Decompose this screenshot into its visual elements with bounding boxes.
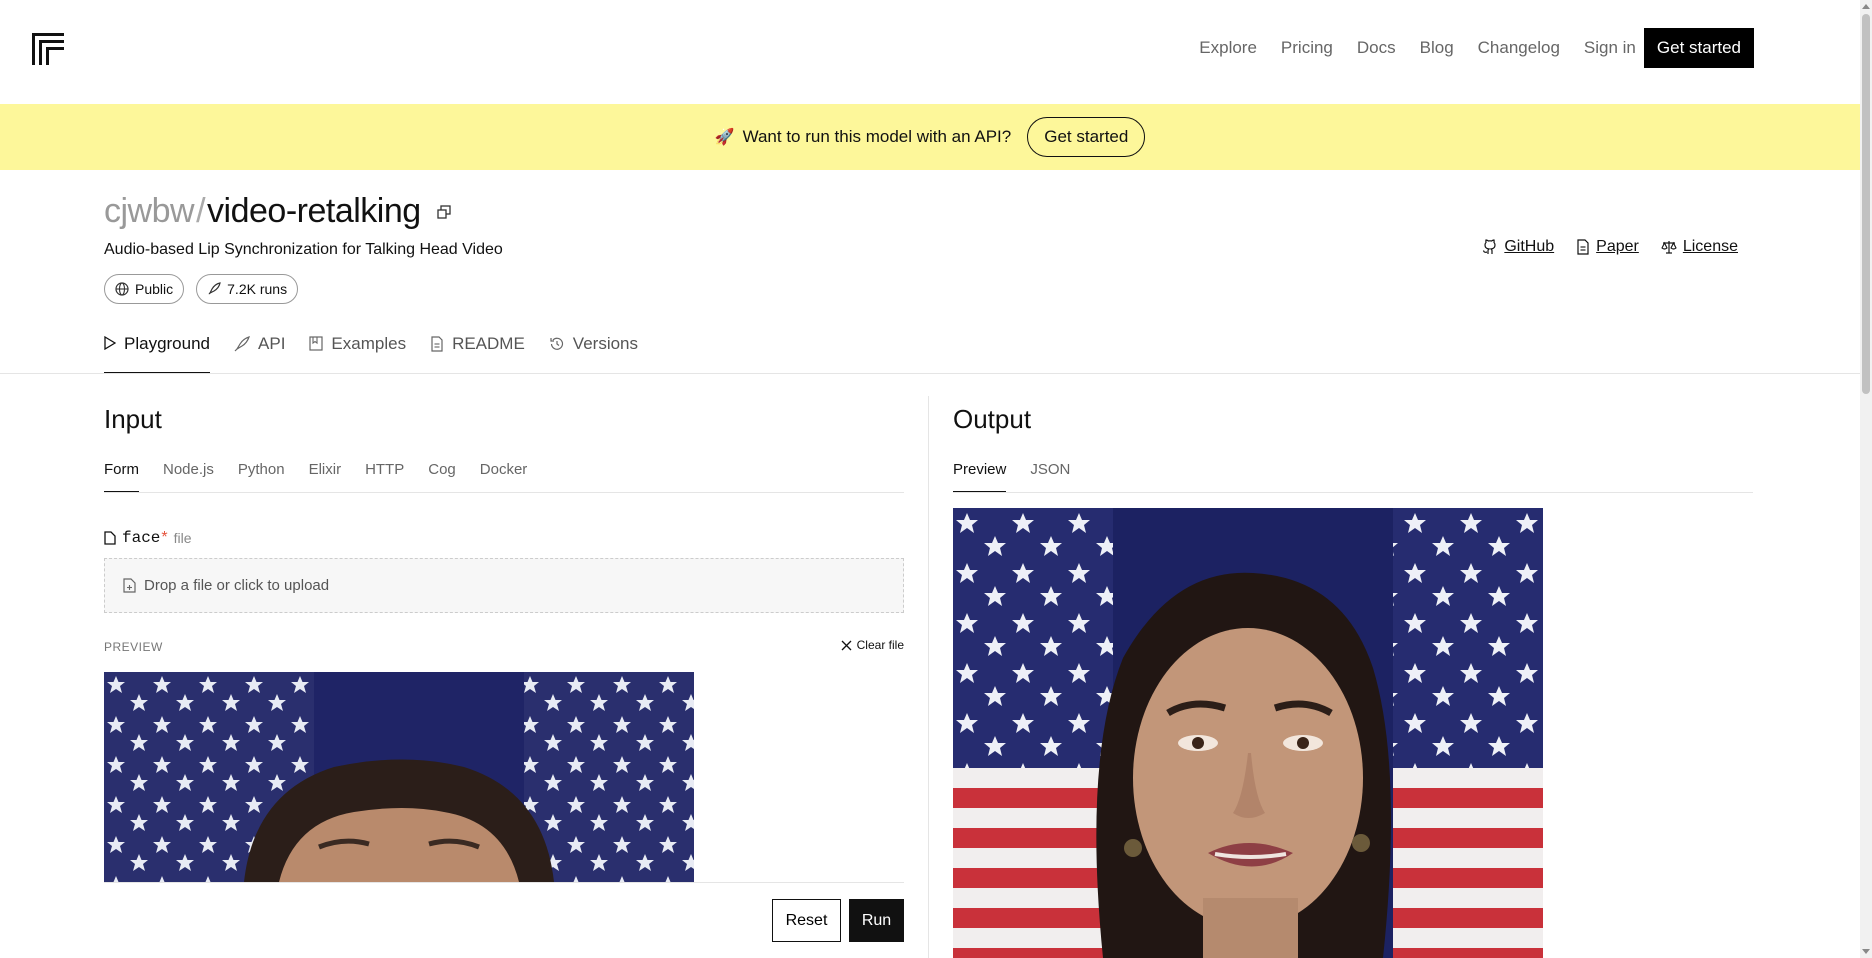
github-link[interactable]: GitHub: [1482, 238, 1554, 256]
tab-playground[interactable]: Playground: [104, 334, 211, 374]
nav-get-started-button[interactable]: Get started: [1643, 28, 1754, 68]
runs-badge: 7.2K runs: [196, 274, 299, 304]
github-icon: [1483, 239, 1496, 254]
file-upload-icon: [123, 578, 136, 593]
rocket-icon: [234, 336, 250, 352]
subtab-nodejs[interactable]: Node.js: [163, 461, 214, 493]
input-subtabs-divider: [104, 492, 904, 493]
document-icon: [431, 336, 443, 352]
tab-api[interactable]: API: [234, 334, 285, 374]
input-subtabs: Form Node.js Python Elixir HTTP Cog Dock…: [104, 461, 551, 493]
field-name: face: [122, 529, 161, 547]
visibility-badge: Public: [104, 274, 185, 304]
replicate-logo-icon[interactable]: [32, 33, 64, 65]
model-title: cjwbw / video-retalking: [104, 192, 451, 231]
model-badges: Public 7.2K runs: [104, 274, 310, 304]
external-links: GitHub Paper License: [1460, 238, 1738, 256]
subtab-json[interactable]: JSON: [1030, 461, 1070, 493]
paper-link[interactable]: Paper: [1576, 238, 1639, 256]
scroll-down-arrow-icon[interactable]: [1862, 949, 1870, 954]
file-icon: [104, 531, 116, 545]
nav-pricing-link[interactable]: Pricing: [1281, 38, 1333, 58]
output-subtabs: Preview JSON: [953, 461, 1094, 493]
output-subtabs-divider: [953, 492, 1753, 493]
nav-blog-link[interactable]: Blog: [1420, 38, 1454, 58]
rocket-icon: 🚀: [714, 129, 735, 146]
subtab-elixir[interactable]: Elixir: [309, 461, 342, 493]
bookmark-icon: [309, 336, 324, 351]
scrollbar-thumb[interactable]: [1862, 14, 1870, 394]
file-dropzone[interactable]: Drop a file or click to upload: [104, 558, 904, 613]
tabs-divider: [0, 373, 1860, 374]
close-icon: [841, 640, 852, 650]
subtab-python[interactable]: Python: [238, 461, 285, 493]
preview-label: PREVIEW: [104, 640, 163, 654]
banner-get-started-button[interactable]: Get started: [1027, 117, 1146, 157]
field-type: file: [173, 530, 192, 546]
title-separator: /: [196, 192, 206, 230]
play-icon: [104, 336, 116, 350]
nav-links: Explore Pricing Docs Blog Changelog Sign…: [1199, 28, 1754, 68]
top-nav: Explore Pricing Docs Blog Changelog Sign…: [0, 0, 1860, 104]
subtab-docker[interactable]: Docker: [480, 461, 528, 493]
subtab-http[interactable]: HTTP: [365, 461, 404, 493]
input-preview-image: [104, 672, 694, 882]
model-owner-link[interactable]: cjwbw: [104, 192, 195, 231]
run-button[interactable]: Run: [849, 899, 904, 942]
tab-versions[interactable]: Versions: [549, 334, 638, 374]
globe-icon: [115, 282, 129, 296]
output-video-preview[interactable]: [953, 508, 1543, 958]
model-name: video-retalking: [207, 192, 421, 230]
nav-docs-link[interactable]: Docs: [1357, 38, 1396, 58]
api-banner: 🚀 Want to run this model with an API? Ge…: [0, 104, 1860, 170]
scroll-up-arrow-icon[interactable]: [1862, 4, 1870, 9]
nav-sign-in-link[interactable]: Sign in: [1584, 38, 1636, 58]
nav-explore-link[interactable]: Explore: [1199, 38, 1257, 58]
output-heading: Output: [953, 404, 1032, 434]
nav-changelog-link[interactable]: Changelog: [1478, 38, 1560, 58]
dropzone-text: Drop a file or click to upload: [144, 577, 330, 594]
column-divider: [928, 396, 929, 958]
tab-readme[interactable]: README: [430, 334, 525, 374]
tab-examples[interactable]: Examples: [309, 334, 406, 374]
rocket-icon: [208, 282, 221, 295]
model-description: Audio-based Lip Synchronization for Talk…: [104, 241, 503, 258]
subtab-form[interactable]: Form: [104, 461, 139, 493]
scale-icon: [1661, 241, 1677, 254]
subtab-preview[interactable]: Preview: [953, 461, 1007, 493]
input-heading: Input: [104, 404, 162, 434]
copy-icon[interactable]: [437, 204, 451, 219]
history-icon: [550, 337, 563, 350]
model-tabs: Playground API Examples README Versions: [104, 334, 662, 374]
required-marker: *: [161, 529, 168, 546]
banner-text: Want to run this model with an API?: [742, 127, 1012, 146]
clear-file-button[interactable]: Clear file: [841, 638, 904, 652]
document-icon: [1577, 239, 1589, 255]
subtab-cog[interactable]: Cog: [428, 461, 456, 493]
form-footer-divider: [104, 882, 904, 883]
license-link[interactable]: License: [1661, 238, 1738, 256]
page-scrollbar[interactable]: [1860, 0, 1872, 958]
face-field-label: face * file: [104, 529, 192, 547]
reset-button[interactable]: Reset: [772, 899, 841, 942]
